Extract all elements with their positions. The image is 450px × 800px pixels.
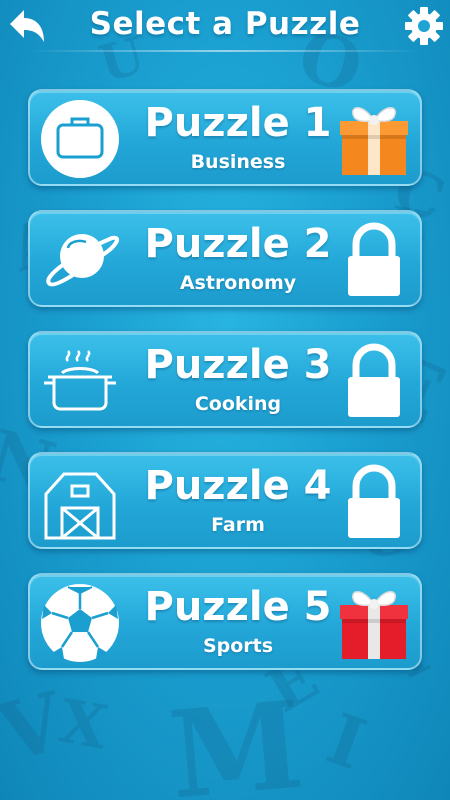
puzzle-title: Puzzle 4 xyxy=(144,463,332,509)
header-bar: Select a Puzzle xyxy=(0,0,450,52)
puzzle-category: Business xyxy=(190,151,286,173)
puzzle-category: Farm xyxy=(211,514,265,536)
puzzle-card-4[interactable]: Puzzle 4 Farm xyxy=(28,452,422,549)
lock-icon xyxy=(348,343,400,417)
page-title: Select a Puzzle xyxy=(89,6,361,42)
puzzle-title: Puzzle 1 xyxy=(144,100,332,146)
puzzle-title: Puzzle 5 xyxy=(144,584,332,630)
puzzle-card-3[interactable]: Puzzle 3 Cooking xyxy=(28,331,422,428)
planet-icon xyxy=(46,234,119,287)
puzzle-card-5[interactable]: Puzzle 5 Sports xyxy=(28,573,422,670)
barn-icon xyxy=(44,472,116,540)
puzzle-title: Puzzle 3 xyxy=(144,342,332,388)
soccer-ball-icon xyxy=(41,584,119,662)
cooking-pot-icon xyxy=(44,350,116,411)
header-divider xyxy=(30,50,420,52)
gift-icon xyxy=(340,591,408,659)
gift-icon xyxy=(340,107,408,175)
briefcase-icon xyxy=(41,100,119,178)
settings-button[interactable] xyxy=(404,6,444,46)
puzzle-title: Puzzle 2 xyxy=(144,221,332,267)
puzzle-card-1[interactable]: Puzzle 1 Business xyxy=(28,89,422,186)
puzzle-category: Astronomy xyxy=(179,272,297,294)
lock-icon xyxy=(348,222,400,296)
puzzle-card-2[interactable]: Puzzle 2 Astronomy xyxy=(28,210,422,307)
lock-icon xyxy=(348,464,400,538)
puzzle-category: Cooking xyxy=(194,393,282,415)
gear-icon xyxy=(405,7,443,45)
puzzle-category: Sports xyxy=(202,635,274,657)
